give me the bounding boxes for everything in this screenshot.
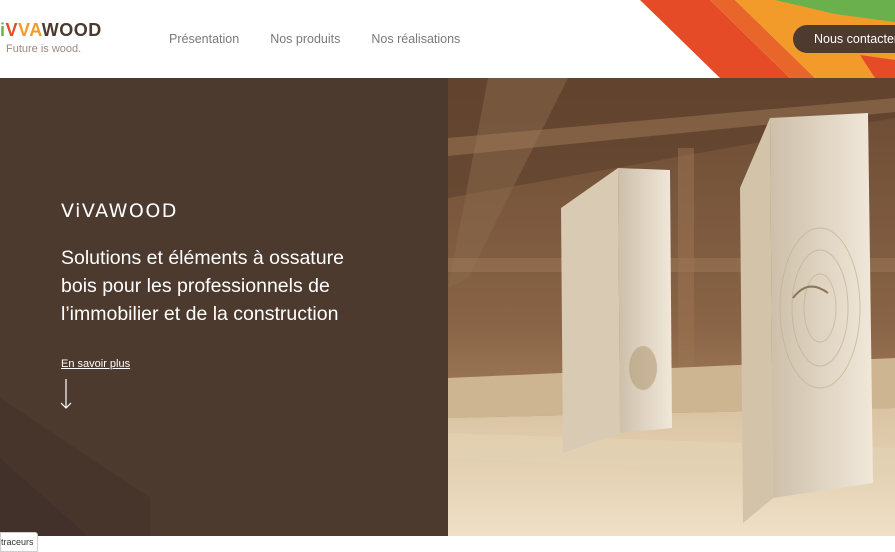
learn-more-link[interactable]: En savoir plus <box>61 358 130 370</box>
hero-title: Solutions et éléments à ossature bois po… <box>61 247 344 325</box>
logo-tagline: Future is wood. <box>6 43 82 55</box>
site-logo[interactable]: iVVAWOOD Future is wood. <box>0 20 102 60</box>
contact-button[interactable]: Nous contacter <box>793 25 895 53</box>
nav-products[interactable]: Nos produits <box>270 32 340 46</box>
site-header: iVVAWOOD Future is wood. Présentation No… <box>0 0 895 78</box>
wood-beams-photo <box>448 78 895 536</box>
logo-letters-wood: WOOD <box>41 20 102 40</box>
decorative-shape <box>0 398 150 536</box>
tracker-consent-button[interactable]: traceurs <box>0 532 38 552</box>
hero-panel: ViVAWOOD Solutions et éléments à ossatur… <box>0 78 448 536</box>
page-bottom <box>0 536 895 552</box>
hero-brand-logo: ViVAWOOD <box>61 200 178 222</box>
hero-photo <box>448 78 895 536</box>
logo-wordmark: iVVAWOOD <box>0 20 102 40</box>
nav-presentation[interactable]: Présentation <box>169 32 239 46</box>
arrow-down-icon[interactable] <box>59 378 73 410</box>
logo-letter-v: V <box>5 20 19 40</box>
main-nav: Présentation Nos produits Nos réalisatio… <box>169 32 460 46</box>
logo-letters-va: VA <box>18 20 42 40</box>
nav-realisations[interactable]: Nos réalisations <box>371 32 460 46</box>
